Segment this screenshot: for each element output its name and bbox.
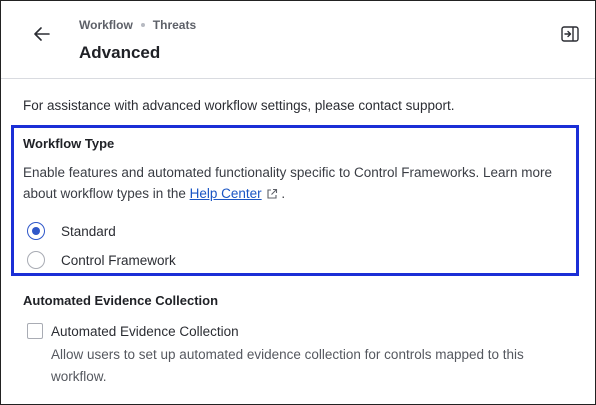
radio-label-standard: Standard — [61, 223, 116, 239]
arrow-left-icon — [34, 27, 50, 41]
support-note: For assistance with advanced workflow se… — [23, 98, 455, 113]
radio-label-control-framework: Control Framework — [61, 252, 176, 268]
radio-option-control-framework[interactable]: Control Framework — [27, 251, 176, 269]
breadcrumb-item-workflow[interactable]: Workflow — [79, 18, 133, 32]
workflow-type-title: Workflow Type — [23, 136, 115, 151]
panel-header: Workflow Threats Advanced — [1, 1, 595, 79]
breadcrumb-separator — [140, 23, 145, 27]
workflow-type-description: Enable features and automated functional… — [23, 162, 563, 204]
radio-selected-indicator — [32, 227, 40, 235]
evidence-description: Allow users to set up automated evidence… — [51, 347, 524, 384]
workflow-type-description-text: Enable features and automated functional… — [23, 165, 553, 201]
page-title: Advanced — [79, 43, 161, 62]
radio-button-standard[interactable] — [27, 222, 45, 240]
evidence-checkbox-row[interactable]: Automated Evidence Collection — [27, 323, 239, 339]
collapse-panel-button[interactable] — [559, 23, 581, 45]
panel-collapse-icon — [561, 26, 579, 42]
evidence-checkbox-label: Automated Evidence Collection — [51, 323, 239, 339]
radio-button-control-framework[interactable] — [27, 251, 45, 269]
radio-option-standard[interactable]: Standard — [27, 222, 116, 240]
evidence-checkbox[interactable] — [27, 323, 43, 339]
workflow-type-description-end: . — [281, 186, 286, 201]
breadcrumb-item-threats[interactable]: Threats — [153, 18, 196, 32]
external-link-icon — [267, 188, 277, 199]
advanced-settings-panel: Workflow Threats Advanced For assistance… — [0, 0, 596, 405]
help-center-link[interactable]: Help Center — [190, 186, 262, 201]
workflow-type-section: Workflow Type Enable features and automa… — [11, 125, 579, 276]
evidence-section-title: Automated Evidence Collection — [23, 293, 219, 308]
back-button[interactable] — [29, 21, 55, 47]
breadcrumb: Workflow Threats — [79, 18, 196, 32]
